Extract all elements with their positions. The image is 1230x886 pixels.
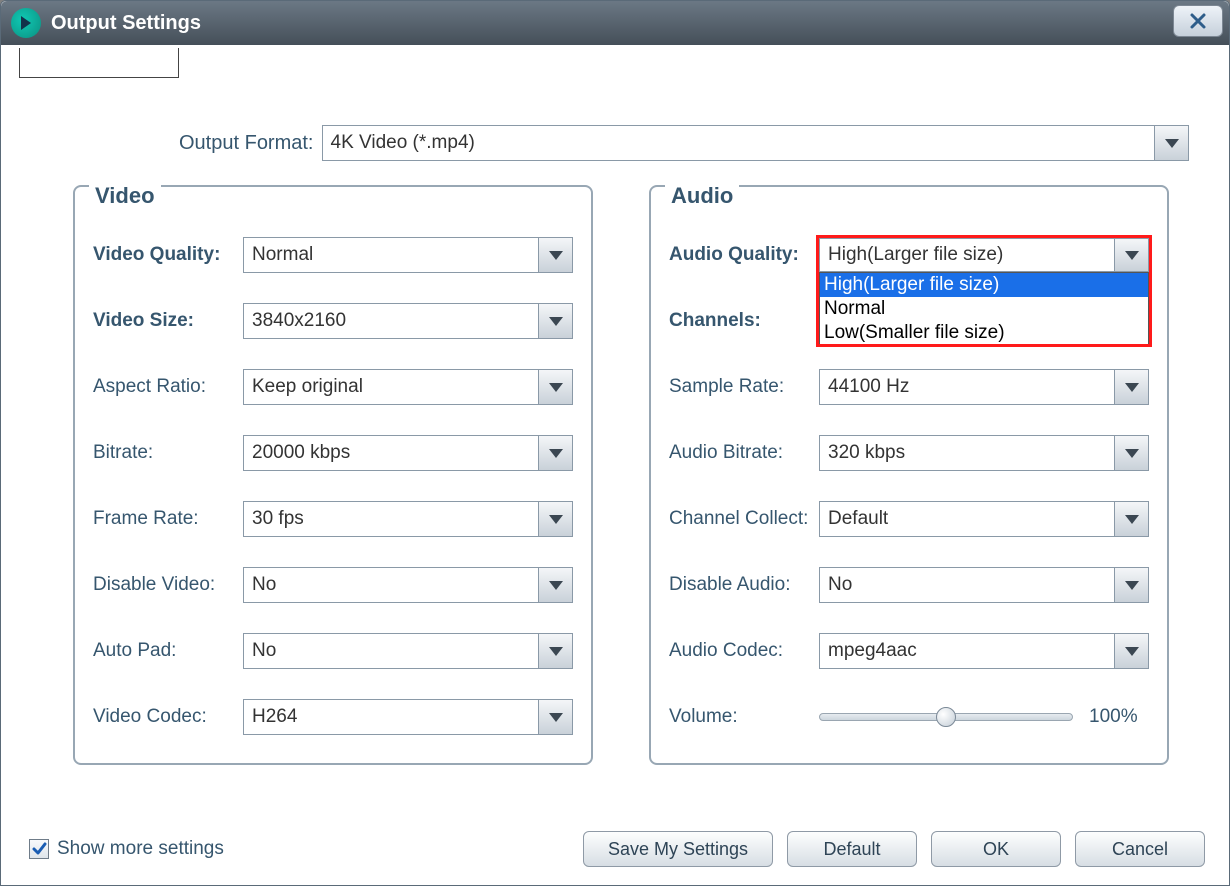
audio-codec-label: Audio Codec: (669, 640, 819, 662)
chevron-down-icon (538, 502, 572, 536)
footer: Show more settings Save My Settings Defa… (29, 831, 1205, 867)
titlebar: Output Settings (1, 1, 1229, 45)
audio-quality-option[interactable]: Low(Smaller file size) (820, 321, 1148, 345)
disable-audio-label: Disable Audio: (669, 574, 819, 596)
aspect-ratio-combo[interactable]: Keep original (243, 369, 573, 405)
video-legend: Video (89, 183, 161, 209)
sample-rate-label: Sample Rate: (669, 376, 819, 398)
channels-label: Channels: (669, 310, 819, 332)
chevron-down-icon (538, 238, 572, 272)
video-codec-label: Video Codec: (93, 706, 243, 728)
tab-stub (19, 48, 179, 78)
window-title: Output Settings (51, 12, 201, 35)
output-format-row: Output Format: 4K Video (*.mp4) (179, 125, 1189, 161)
audio-quality-option[interactable]: High(Larger file size) (820, 273, 1148, 297)
volume-label: Volume: (669, 706, 819, 728)
close-button[interactable] (1173, 5, 1223, 37)
disable-video-combo[interactable]: No (243, 567, 573, 603)
audio-codec-combo[interactable]: mpeg4aac (819, 633, 1149, 669)
chevron-down-icon (1114, 370, 1148, 404)
chevron-down-icon (538, 634, 572, 668)
app-logo-icon (11, 8, 41, 38)
frame-rate-combo[interactable]: 30 fps (243, 501, 573, 537)
show-more-checkbox[interactable] (29, 839, 49, 859)
chevron-down-icon (538, 436, 572, 470)
audio-quality-combo[interactable]: High(Larger file size) (819, 238, 1149, 272)
default-button[interactable]: Default (787, 831, 917, 867)
channel-collect-label: Channel Collect: (669, 508, 819, 530)
video-bitrate-label: Bitrate: (93, 442, 243, 464)
output-settings-dialog: Output Settings Output Format: 4K Video … (0, 0, 1230, 886)
chevron-down-icon (1114, 568, 1148, 602)
audio-quality-label: Audio Quality: (669, 244, 819, 266)
cancel-button[interactable]: Cancel (1075, 831, 1205, 867)
audio-legend: Audio (665, 183, 739, 209)
video-quality-label: Video Quality: (93, 244, 243, 266)
output-format-combo[interactable]: 4K Video (*.mp4) (322, 125, 1190, 161)
video-bitrate-combo[interactable]: 20000 kbps (243, 435, 573, 471)
output-format-value: 4K Video (*.mp4) (323, 132, 1155, 154)
ok-button[interactable]: OK (931, 831, 1061, 867)
video-codec-combo[interactable]: H264 (243, 699, 573, 735)
video-size-combo[interactable]: 3840x2160 (243, 303, 573, 339)
audio-bitrate-combo[interactable]: 320 kbps (819, 435, 1149, 471)
output-format-label: Output Format: (179, 132, 314, 155)
chevron-down-icon (1114, 634, 1148, 668)
channel-collect-combo[interactable]: Default (819, 501, 1149, 537)
check-icon (31, 841, 47, 857)
show-more-label: Show more settings (57, 838, 224, 860)
volume-thumb[interactable] (936, 707, 956, 727)
audio-fieldset: Audio Audio Quality: High(Larger file si… (649, 185, 1169, 765)
video-fieldset: Video Video Quality: Normal Video Size: … (73, 185, 593, 765)
auto-pad-combo[interactable]: No (243, 633, 573, 669)
chevron-down-icon (1154, 126, 1188, 160)
video-size-label: Video Size: (93, 310, 243, 332)
aspect-ratio-label: Aspect Ratio: (93, 376, 243, 398)
chevron-down-icon (1114, 239, 1148, 271)
frame-rate-label: Frame Rate: (93, 508, 243, 530)
chevron-down-icon (1114, 436, 1148, 470)
audio-quality-dropdown: High(Larger file size) Normal Low(Smalle… (819, 272, 1149, 346)
volume-row: Volume: 100% (669, 697, 1149, 737)
volume-percent: 100% (1089, 706, 1149, 728)
disable-video-label: Disable Video: (93, 574, 243, 596)
auto-pad-label: Auto Pad: (93, 640, 243, 662)
disable-audio-combo[interactable]: No (819, 567, 1149, 603)
video-quality-combo[interactable]: Normal (243, 237, 573, 273)
chevron-down-icon (538, 304, 572, 338)
dialog-body: Output Format: 4K Video (*.mp4) Video Vi… (1, 45, 1229, 885)
volume-slider[interactable] (819, 713, 1073, 721)
sample-rate-combo[interactable]: 44100 Hz (819, 369, 1149, 405)
chevron-down-icon (538, 700, 572, 734)
audio-bitrate-label: Audio Bitrate: (669, 442, 819, 464)
chevron-down-icon (538, 568, 572, 602)
chevron-down-icon (1114, 502, 1148, 536)
chevron-down-icon (538, 370, 572, 404)
save-settings-button[interactable]: Save My Settings (583, 831, 773, 867)
audio-quality-option[interactable]: Normal (820, 297, 1148, 321)
close-icon (1188, 11, 1208, 31)
